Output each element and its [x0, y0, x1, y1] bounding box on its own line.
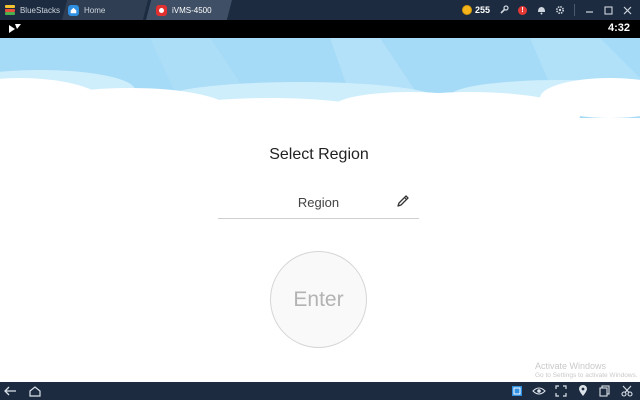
- android-status-bar: 4:32: [0, 20, 640, 38]
- emulator-bottom-bar: [0, 382, 640, 400]
- app-name: BlueStacks: [19, 5, 60, 15]
- coins-value: 255: [474, 5, 490, 15]
- enter-button[interactable]: Enter: [270, 251, 367, 348]
- scissors-icon[interactable]: [620, 384, 634, 398]
- wrench-icon[interactable]: [499, 5, 509, 15]
- page-title: Select Region: [269, 146, 369, 163]
- eye-icon[interactable]: [532, 384, 546, 398]
- maximize-icon[interactable]: [603, 5, 613, 15]
- tab-home-label: Home: [84, 5, 106, 15]
- alert-count: !: [521, 6, 524, 14]
- emulator-title-bar: BlueStacks Home iVMS-4500 255 !: [0, 0, 640, 20]
- bell-icon[interactable]: [536, 5, 546, 15]
- bluestacks-status-icon: [9, 24, 21, 33]
- watermark-title: Activate Windows: [535, 361, 607, 371]
- home-icon: [68, 4, 79, 16]
- coins-counter[interactable]: 255: [461, 5, 490, 15]
- region-field-value: Region: [297, 195, 340, 210]
- bluestacks-window: BlueStacks Home iVMS-4500 255 ! 4:32 Sel…: [0, 0, 640, 400]
- app-screen: Select Region Region Enter Activate Wind…: [0, 38, 640, 382]
- alert-icon[interactable]: !: [518, 5, 527, 15]
- tab-home[interactable]: Home: [62, 0, 148, 20]
- minimize-icon[interactable]: [584, 5, 594, 15]
- bluestacks-logo-icon: [4, 4, 16, 16]
- activate-windows-watermark: Activate Windows Go to Settings to activ…: [535, 360, 638, 380]
- tab-ivms-label: iVMS-4500: [172, 5, 212, 15]
- region-field[interactable]: Region: [218, 188, 419, 219]
- close-icon[interactable]: [622, 5, 632, 15]
- back-icon[interactable]: [4, 384, 18, 398]
- ivms-app-icon: [156, 4, 167, 16]
- resize-icon[interactable]: [554, 384, 568, 398]
- titlebar-divider: [574, 4, 575, 16]
- gear-icon[interactable]: [555, 5, 565, 15]
- coin-icon: [461, 5, 472, 15]
- keyboard-icon[interactable]: [510, 384, 524, 398]
- watermark-subtitle: Go to Settings to activate Windows.: [535, 372, 638, 379]
- bluestacks-brand[interactable]: BlueStacks: [0, 0, 60, 20]
- status-clock: 4:32: [607, 22, 630, 34]
- pencil-icon[interactable]: [396, 194, 410, 208]
- tab-ivms[interactable]: iVMS-4500: [146, 0, 232, 20]
- sky-cloud-header: [0, 38, 640, 158]
- home-icon[interactable]: [28, 384, 42, 398]
- copy-icon[interactable]: [598, 384, 612, 398]
- location-icon[interactable]: [576, 384, 590, 398]
